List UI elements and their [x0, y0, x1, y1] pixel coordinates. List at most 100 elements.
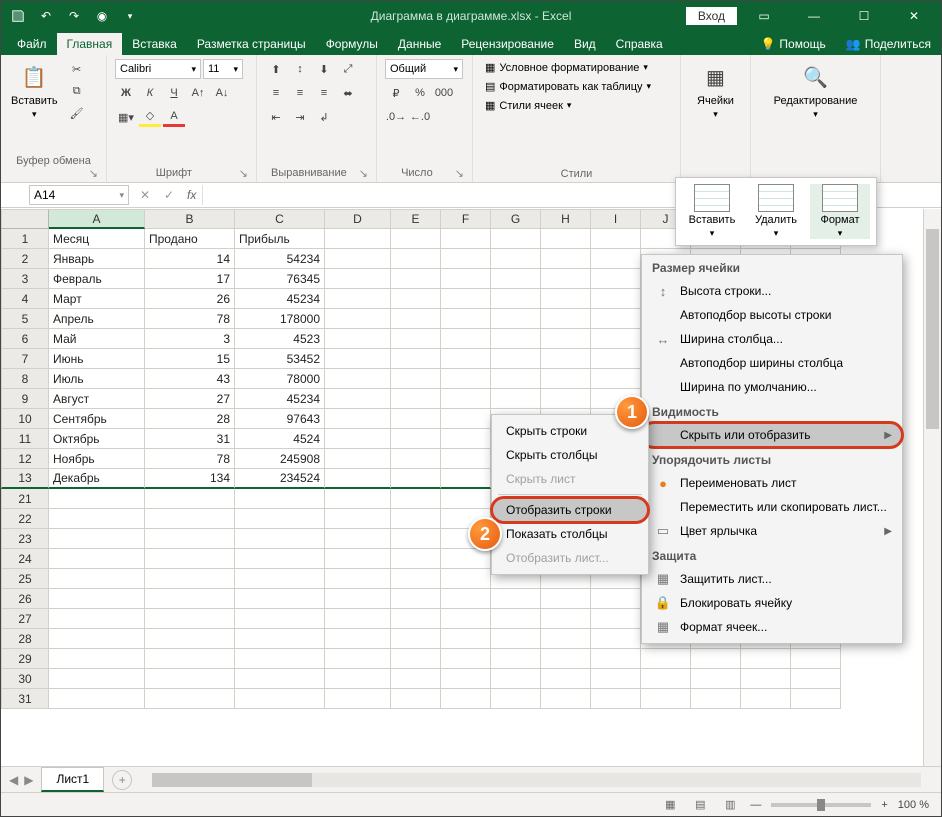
cell[interactable]: [541, 609, 591, 629]
cell[interactable]: [791, 669, 841, 689]
cell[interactable]: [541, 229, 591, 249]
item-row-height[interactable]: ↕Высота строки...: [642, 279, 902, 303]
cell[interactable]: [391, 349, 441, 369]
cell[interactable]: [235, 629, 325, 649]
cell[interactable]: [441, 229, 491, 249]
row-header[interactable]: 31: [1, 689, 49, 709]
cell[interactable]: [49, 509, 145, 529]
row-header[interactable]: 1: [1, 229, 49, 249]
cell[interactable]: [441, 429, 491, 449]
qat-dropdown-icon[interactable]: ▾: [119, 5, 141, 27]
cell[interactable]: [491, 689, 541, 709]
cells-insert-button[interactable]: Вставить▾: [682, 184, 742, 239]
cell[interactable]: Декабрь: [49, 469, 145, 489]
cell[interactable]: [325, 289, 391, 309]
align-right-icon[interactable]: ≡: [313, 83, 335, 103]
item-format-cells[interactable]: ▦Формат ячеек...: [642, 615, 902, 639]
row-header[interactable]: 24: [1, 549, 49, 569]
cell[interactable]: [325, 509, 391, 529]
cell[interactable]: [441, 309, 491, 329]
cell[interactable]: [541, 669, 591, 689]
cell[interactable]: [325, 329, 391, 349]
tab-help[interactable]: Справка: [606, 33, 673, 55]
cell[interactable]: [49, 689, 145, 709]
cell[interactable]: 134: [145, 469, 235, 489]
item-autofit-col[interactable]: Автоподбор ширины столбца: [642, 351, 902, 375]
cell[interactable]: 3: [145, 329, 235, 349]
cell[interactable]: [235, 589, 325, 609]
col-header[interactable]: I: [591, 209, 641, 229]
fill-color-icon[interactable]: ◇: [139, 107, 161, 127]
cell[interactable]: [325, 609, 391, 629]
decrease-font-icon[interactable]: A↓: [211, 83, 233, 103]
cell[interactable]: Июнь: [49, 349, 145, 369]
format-painter-icon[interactable]: 🖌: [66, 103, 88, 123]
cell[interactable]: [391, 389, 441, 409]
cell[interactable]: [441, 409, 491, 429]
cell[interactable]: [391, 629, 441, 649]
cell[interactable]: [325, 689, 391, 709]
cell[interactable]: [441, 489, 491, 509]
cell[interactable]: [325, 529, 391, 549]
row-header[interactable]: 2: [1, 249, 49, 269]
cells-button[interactable]: ▦ Ячейки▾: [689, 59, 742, 122]
item-unhide-cols[interactable]: Показать столбцы: [492, 522, 648, 546]
col-header[interactable]: C: [235, 209, 325, 229]
align-top-icon[interactable]: ⬆: [265, 59, 287, 79]
cell[interactable]: Май: [49, 329, 145, 349]
cell[interactable]: [541, 249, 591, 269]
cell[interactable]: [235, 689, 325, 709]
cell[interactable]: [441, 689, 491, 709]
cell[interactable]: [591, 589, 641, 609]
format-as-table-button[interactable]: ▤Форматировать как таблицу▾: [481, 78, 672, 95]
cell[interactable]: [541, 329, 591, 349]
cell[interactable]: [691, 669, 741, 689]
item-hide-cols[interactable]: Скрыть столбцы: [492, 443, 648, 467]
cell[interactable]: [591, 689, 641, 709]
item-tab-color[interactable]: ▭Цвет ярлычка▶: [642, 519, 902, 543]
cell[interactable]: [441, 569, 491, 589]
cell[interactable]: [691, 649, 741, 669]
cell[interactable]: [541, 589, 591, 609]
cell[interactable]: 97643: [235, 409, 325, 429]
cell[interactable]: [325, 649, 391, 669]
cell[interactable]: [491, 649, 541, 669]
row-header[interactable]: 26: [1, 589, 49, 609]
cell[interactable]: [391, 589, 441, 609]
cell[interactable]: [391, 489, 441, 509]
bold-icon[interactable]: Ж: [115, 83, 137, 103]
decrease-indent-icon[interactable]: ⇤: [265, 107, 287, 127]
cell[interactable]: [741, 649, 791, 669]
cell[interactable]: [49, 669, 145, 689]
row-header[interactable]: 11: [1, 429, 49, 449]
percent-icon[interactable]: %: [409, 83, 431, 103]
cell[interactable]: [441, 289, 491, 309]
cell[interactable]: 31: [145, 429, 235, 449]
cell[interactable]: [391, 509, 441, 529]
cell[interactable]: [641, 649, 691, 669]
cell[interactable]: [591, 629, 641, 649]
col-header[interactable]: D: [325, 209, 391, 229]
cell[interactable]: [691, 689, 741, 709]
cell[interactable]: Апрель: [49, 309, 145, 329]
cell[interactable]: [391, 229, 441, 249]
col-header[interactable]: H: [541, 209, 591, 229]
cell[interactable]: Январь: [49, 249, 145, 269]
view-pagebreak-icon[interactable]: ▥: [720, 796, 740, 814]
italic-icon[interactable]: К: [139, 83, 161, 103]
tab-formulas[interactable]: Формулы: [316, 33, 388, 55]
redo-icon[interactable]: ↷: [63, 5, 85, 27]
cell[interactable]: [441, 469, 491, 489]
horizontal-scrollbar[interactable]: [152, 773, 921, 787]
cell[interactable]: [325, 589, 391, 609]
cell[interactable]: [391, 329, 441, 349]
align-bottom-icon[interactable]: ⬇: [313, 59, 335, 79]
row-header[interactable]: 25: [1, 569, 49, 589]
maximize-icon[interactable]: ☐: [841, 2, 887, 30]
launcher-icon[interactable]: ↘: [449, 167, 464, 180]
orientation-icon[interactable]: ⤢: [337, 59, 359, 79]
cell[interactable]: [641, 689, 691, 709]
cell[interactable]: [235, 569, 325, 589]
cell[interactable]: [491, 389, 541, 409]
item-protect-sheet[interactable]: ▦Защитить лист...: [642, 567, 902, 591]
